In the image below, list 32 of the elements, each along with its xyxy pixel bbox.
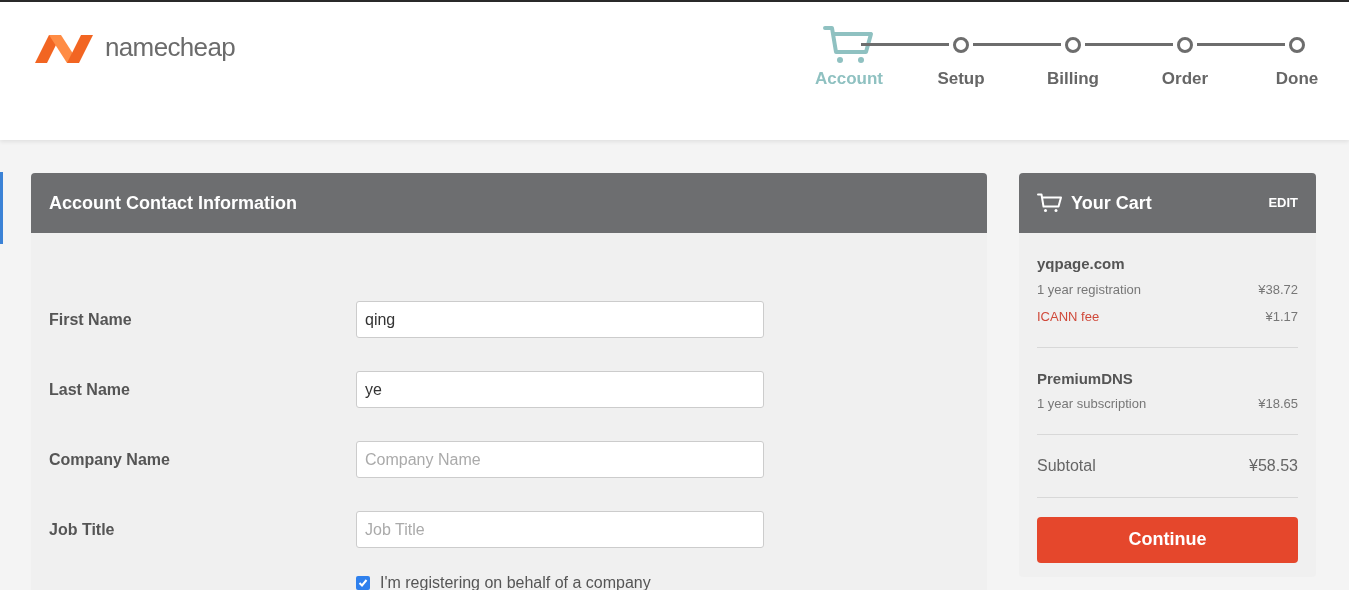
line-price: ¥38.72 bbox=[1258, 280, 1298, 299]
text-field[interactable]: Company Name bbox=[356, 441, 764, 478]
cart-icon bbox=[1037, 193, 1063, 213]
text-field[interactable]: Job Title bbox=[356, 511, 764, 548]
line-label: ICANN fee bbox=[1037, 308, 1100, 326]
line-label: 1 year subscription bbox=[1037, 395, 1147, 413]
step-label: Account bbox=[815, 68, 883, 90]
cart-icon bbox=[823, 25, 875, 65]
subtotal-value: ¥58.53 bbox=[1249, 455, 1298, 476]
line-label: 1 year registration bbox=[1037, 280, 1142, 299]
text-field[interactable]: ye bbox=[356, 371, 764, 408]
step-label: Order bbox=[1161, 68, 1209, 90]
line-price: ¥1.17 bbox=[1265, 308, 1298, 326]
field-label: Company Name bbox=[48, 449, 171, 470]
check-icon bbox=[358, 578, 368, 588]
subtotal-label: Subtotal bbox=[1037, 455, 1096, 476]
cart-item-name: yqpage.com bbox=[1037, 254, 1126, 274]
step-label: Done bbox=[1275, 68, 1319, 90]
panel-title: Account Contact Information bbox=[49, 191, 297, 215]
logo-text: namecheap bbox=[105, 31, 236, 64]
field-label: First Name bbox=[48, 309, 133, 330]
checkbox[interactable] bbox=[356, 576, 370, 590]
cart-item-name: PremiumDNS bbox=[1037, 368, 1134, 389]
text-field[interactable]: qing bbox=[356, 301, 764, 338]
cart-title: Your Cart bbox=[1071, 191, 1152, 215]
step-label: Billing bbox=[1047, 68, 1099, 90]
edit-link[interactable]: EDIT bbox=[1268, 193, 1298, 213]
continue-button[interactable]: Continue bbox=[1037, 516, 1298, 563]
field-label: Last Name bbox=[48, 379, 131, 400]
step-label: Setup bbox=[937, 68, 985, 90]
line-price: ¥18.65 bbox=[1258, 395, 1298, 413]
field-label: Job Title bbox=[48, 519, 116, 540]
